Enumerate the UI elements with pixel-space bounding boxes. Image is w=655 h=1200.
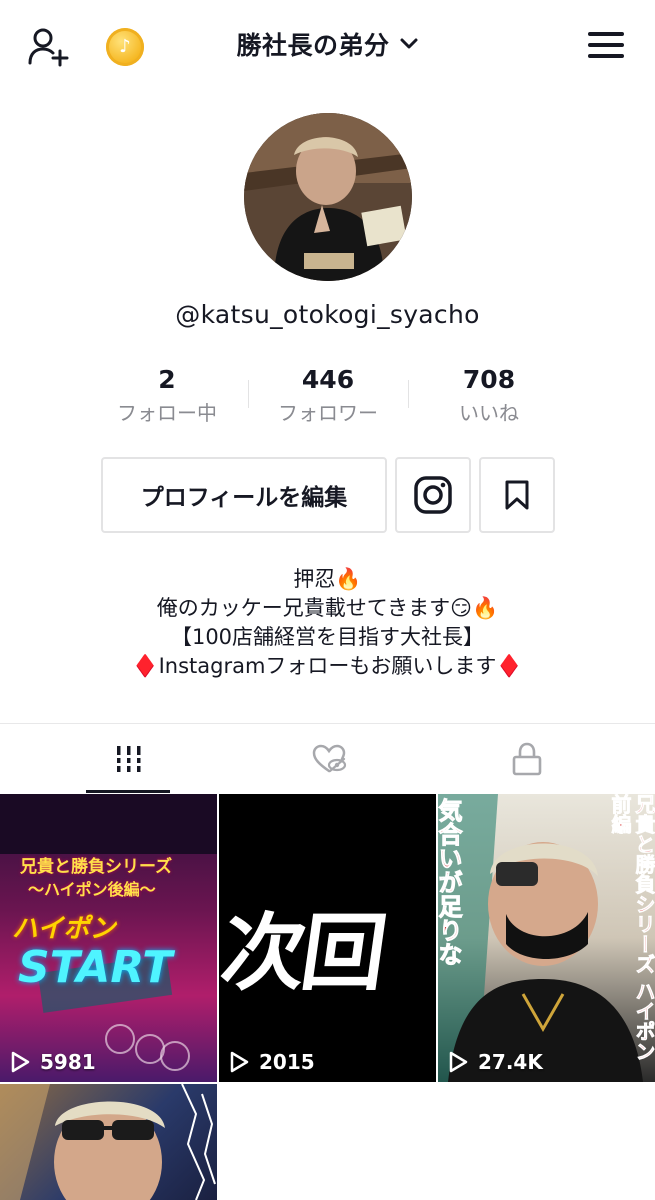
hidden-heart-icon (312, 744, 347, 773)
video-grid: 兄貴と勝負シリーズ 〜ハイポン後編〜 ハイポン START 5981 次回 20… (0, 794, 655, 1200)
stat-followers-count: 446 (301, 365, 355, 394)
video-overlay-text: START (18, 942, 173, 993)
video-view-count: 27.4K (448, 1050, 543, 1074)
bio-line: 押忍🔥 (293, 567, 362, 591)
active-tab-indicator (86, 790, 170, 793)
profile-handle: @katsu_otokogi_syacho (175, 300, 480, 329)
profile-tabs (0, 723, 655, 793)
avatar-photo (244, 113, 412, 281)
video-overlay-text: 兄貴と勝負シリーズ (20, 857, 173, 877)
top-bar: ♪ 勝社長の弟分 (0, 0, 655, 96)
bio-line: 【100店舗経営を目指す大社長】 (170, 625, 485, 649)
edit-profile-button[interactable]: プロフィールを編集 (101, 457, 387, 533)
video-views-value: 2015 (259, 1050, 315, 1074)
video-thumbnail[interactable]: 次回 2015 (219, 794, 436, 1082)
stat-likes[interactable]: 708 いいね (399, 362, 579, 428)
page-title: 勝社長の弟分 (236, 31, 390, 60)
tab-videos[interactable] (20, 724, 238, 794)
profile-actions: プロフィールを編集 (0, 457, 655, 533)
video-thumbnail[interactable]: 気合いが足りな 兄貴と勝負シリーズ ハイポン 前編 27.4K (438, 794, 655, 1082)
video-thumbnail[interactable]: 兄貴と勝負シリーズ 〜ハイポン後編〜 ハイポン START 5981 (0, 794, 217, 1082)
bookmark-icon (505, 480, 529, 510)
video-view-count: 5981 (10, 1050, 96, 1074)
stat-following[interactable]: 2 フォロー中 (77, 362, 257, 428)
stat-likes-label: いいね (459, 401, 519, 425)
chevron-down-icon (400, 38, 418, 49)
video-overlay-text: 〜ハイポン後編〜 (28, 880, 156, 899)
stat-followers[interactable]: 446 フォロワー (238, 362, 418, 428)
play-icon (11, 1051, 30, 1073)
video-overlay-text: 次回 (219, 903, 390, 1002)
tab-private[interactable] (418, 724, 636, 794)
profile-bio: 押忍🔥 俺のカッケー兄貴載せてきます😏🔥 【100店舗経営を目指す大社長】 ♦️… (0, 565, 655, 681)
bio-line: ♦️Instagramフォローもお願いします♦️ (132, 654, 523, 678)
avatar[interactable] (244, 113, 412, 281)
instagram-icon (414, 476, 452, 514)
bio-line: 俺のカッケー兄貴載せてきます😏🔥 (156, 596, 499, 620)
instagram-button[interactable] (395, 457, 471, 533)
stat-likes-count: 708 (462, 365, 516, 394)
video-views-value: 27.4K (478, 1050, 543, 1074)
tab-liked[interactable] (220, 724, 438, 794)
video-views-value: 5981 (40, 1050, 96, 1074)
video-overlay-text: 気合いが足りな (438, 798, 463, 967)
stat-following-label: フォロー中 (117, 401, 217, 425)
video-overlay-text: ハイポン (12, 914, 116, 944)
video-overlay-text: 兄貴と勝負シリーズ ハイポン 前編 (608, 794, 655, 1061)
stat-followers-label: フォロワー (278, 401, 378, 425)
hamburger-menu-icon[interactable] (588, 32, 624, 62)
video-thumbnail-image (0, 1084, 216, 1200)
lock-icon (512, 742, 542, 776)
video-thumbnail[interactable] (0, 1084, 217, 1200)
video-view-count: 2015 (229, 1050, 315, 1074)
account-switcher[interactable]: 勝社長の弟分 (0, 26, 655, 62)
play-icon (230, 1051, 249, 1073)
stat-following-count: 2 (158, 365, 176, 394)
play-icon (449, 1051, 468, 1073)
favorites-button[interactable] (479, 457, 555, 533)
profile-stats: 2 フォロー中 446 フォロワー 708 いいね (0, 362, 655, 432)
grid-icon (115, 746, 143, 772)
